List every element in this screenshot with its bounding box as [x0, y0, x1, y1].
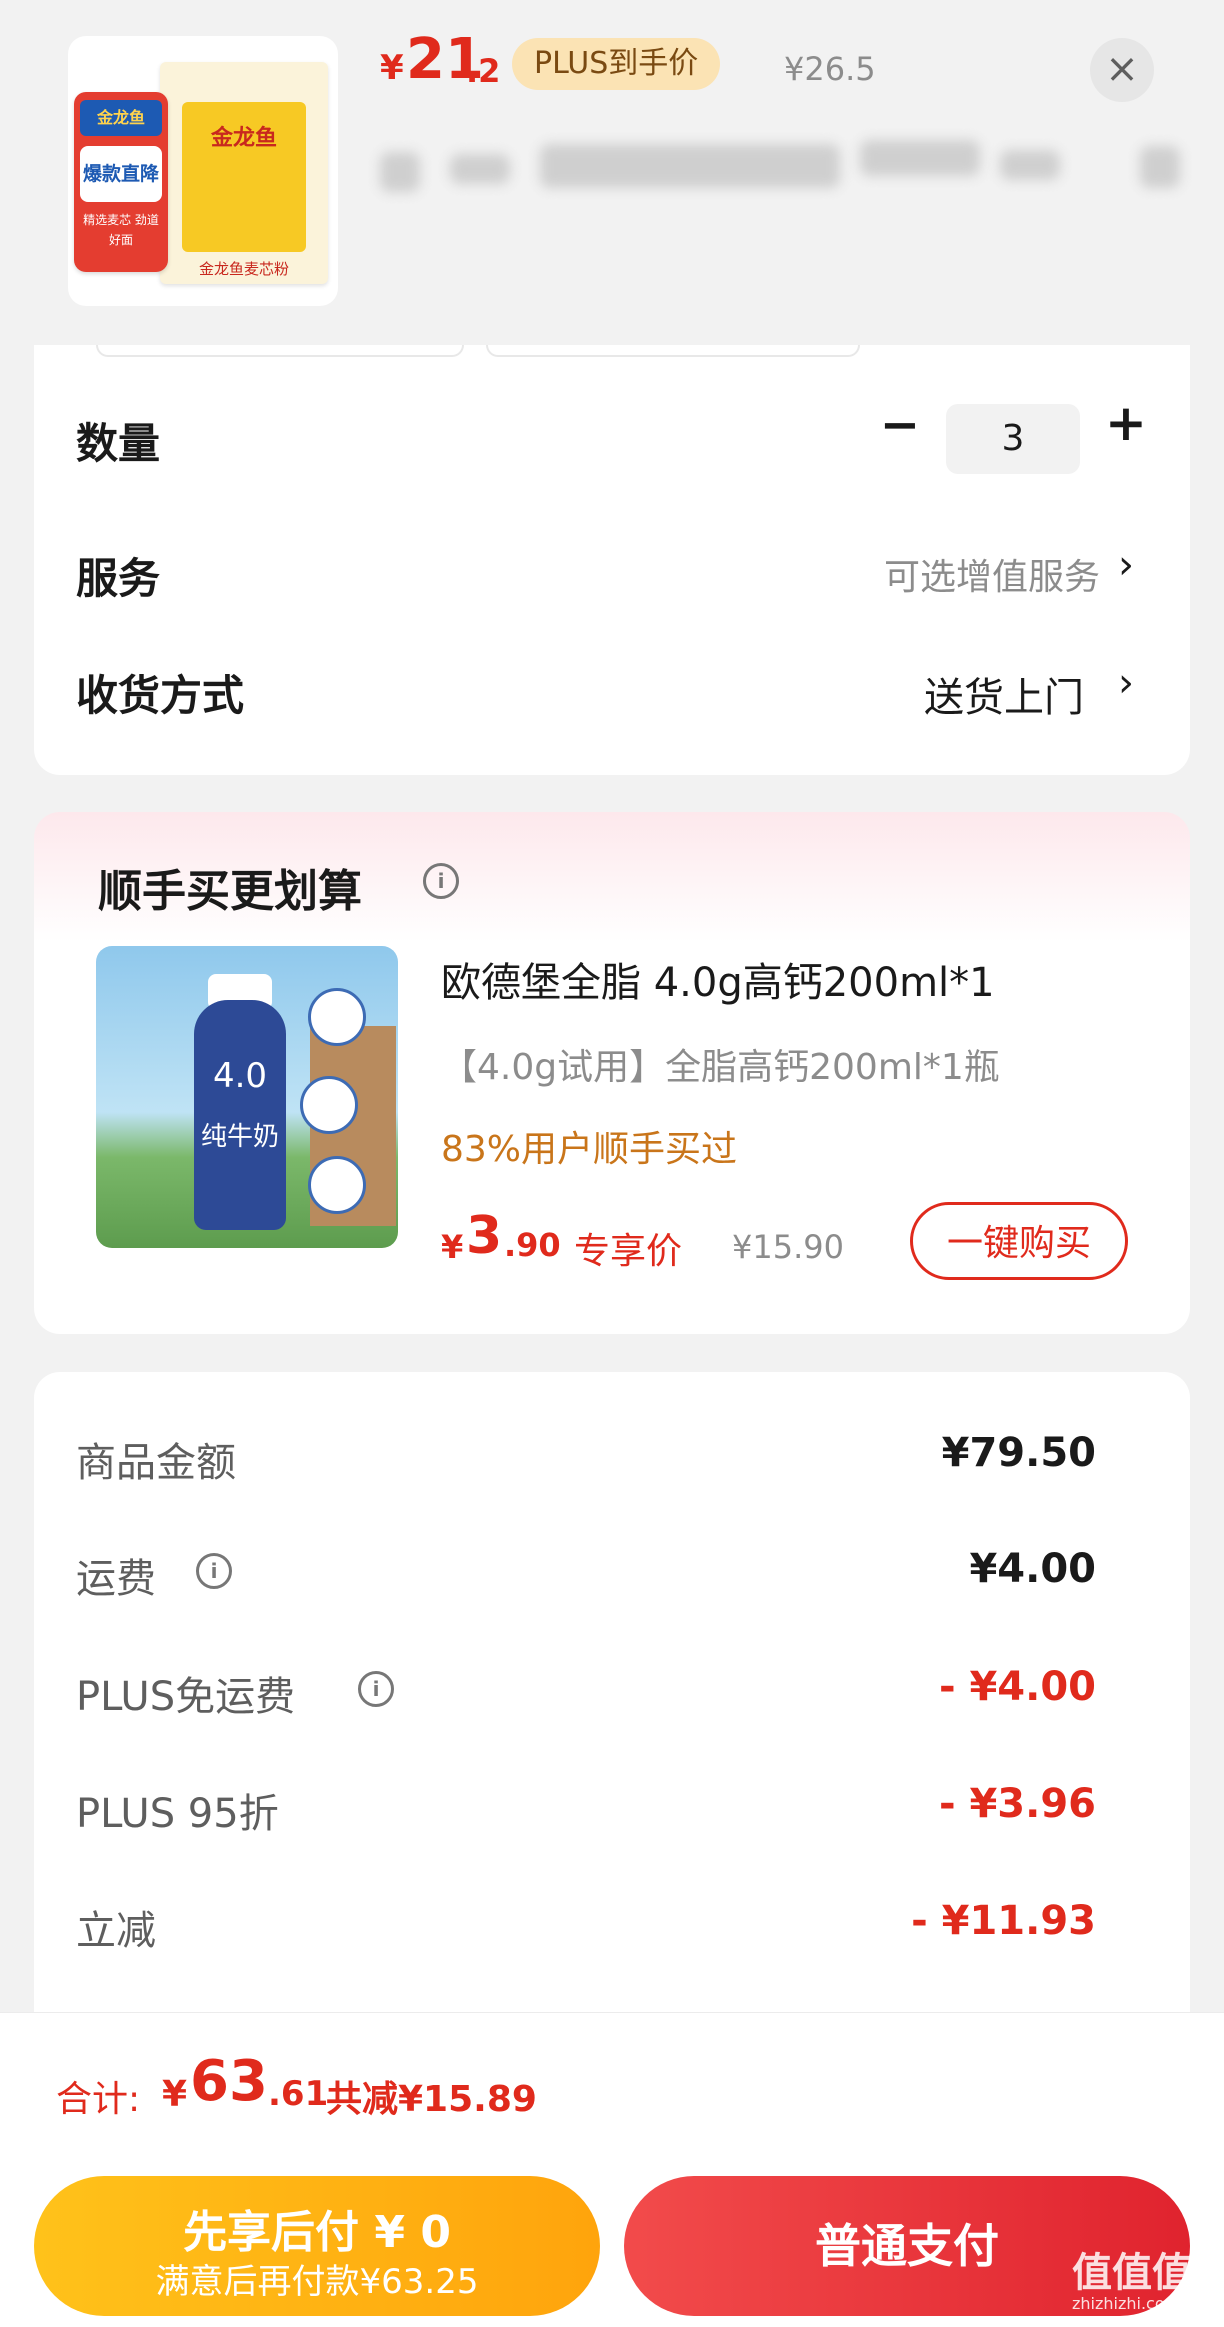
- addon-original-price: ¥15.90: [732, 1228, 844, 1266]
- quantity-label: 数量: [76, 419, 161, 468]
- service-value[interactable]: 可选增值服务: [600, 548, 1100, 600]
- delivery-chevron-icon[interactable]: ›: [1118, 660, 1134, 706]
- milk-badge-icon: [300, 1076, 358, 1134]
- summary-instant-discount-value: - ¥11.93: [911, 1898, 1096, 1944]
- pay-later-main-text[interactable]: 先享后付 ¥ 0: [34, 2196, 600, 2260]
- summary-shipping-value: ¥4.00: [969, 1546, 1096, 1592]
- pay-later-sub-text[interactable]: 满意后再付款¥63.25: [34, 2254, 600, 2303]
- milk-product-image[interactable]: 4.0 纯牛奶: [96, 946, 398, 1248]
- flour-brand-text: 金龙鱼: [210, 126, 277, 151]
- summary-plus-freeship-value: - ¥4.00: [938, 1664, 1096, 1710]
- service-chevron-icon[interactable]: ›: [1118, 542, 1134, 588]
- promo-tag-main: 爆款直降: [80, 146, 162, 202]
- summary-goods-amount-label: 商品金额: [76, 1440, 236, 1486]
- total-label: 合计:: [56, 2079, 141, 2120]
- addon-price-tag: 专享价: [574, 1231, 683, 1272]
- header-price-decimal: .2: [466, 52, 501, 90]
- total-currency: ¥: [162, 2074, 188, 2115]
- summary-goods-amount-value: ¥79.50: [941, 1430, 1096, 1476]
- summary-plus-freeship-label: PLUS免运费: [76, 1674, 296, 1720]
- delivery-label: 收货方式: [76, 671, 245, 720]
- plus-freeship-info-icon[interactable]: i: [358, 1671, 394, 1707]
- summary-plus-discount-label: PLUS 95折: [76, 1791, 279, 1837]
- promo-tag-sub: 精选麦芯 劲道好面: [83, 213, 159, 247]
- addon-price-decimal: .90: [504, 1226, 561, 1264]
- flour-bag-image: 金龙鱼 金龙鱼麦芯粉: [160, 62, 328, 284]
- shipping-info-icon[interactable]: i: [196, 1553, 232, 1589]
- addon-price-currency: ¥: [441, 1228, 464, 1266]
- addon-info-icon[interactable]: i: [423, 863, 459, 899]
- flour-bag-bottom-text: 金龙鱼麦芯粉: [198, 260, 289, 278]
- quantity-increase-button[interactable]: +: [1104, 398, 1148, 449]
- summary-shipping-label: 运费: [76, 1556, 156, 1602]
- addon-price-integer: 3: [466, 1206, 503, 1266]
- flour-bag-label: 金龙鱼: [182, 102, 306, 252]
- addon-bought-rate: 83%用户顺手买过: [441, 1129, 738, 1170]
- milk-image-label-main: 4.0: [212, 1056, 268, 1096]
- product-thumbnail[interactable]: 金龙鱼 金龙鱼麦芯粉 金龙鱼 爆款直降 精选麦芯 劲道好面: [68, 36, 338, 306]
- hidden-spec-chips-edge: [96, 345, 860, 357]
- header-price-currency: ¥: [380, 48, 404, 88]
- total-decimal: .61: [268, 2074, 329, 2114]
- quantity-input[interactable]: 3: [946, 404, 1080, 474]
- quantity-decrease-button[interactable]: −: [878, 401, 922, 451]
- watermark-logo: 值值值: [1072, 2250, 1192, 2296]
- addon-product-spec: 【4.0g试用】全脂高钙200ml*1瓶: [441, 1047, 1000, 1088]
- promo-tag-brand: 金龙鱼: [80, 100, 162, 136]
- milk-bottle: [194, 1000, 286, 1230]
- summary-instant-discount-label: 立减: [76, 1908, 156, 1954]
- milk-badge-icon: [308, 988, 366, 1046]
- close-button[interactable]: ×: [1090, 38, 1154, 102]
- blurred-address: [380, 140, 1200, 196]
- one-click-buy-button[interactable]: 一键购买: [910, 1202, 1128, 1280]
- plus-price-badge: PLUS到手价: [512, 38, 721, 90]
- watermark-url: zhizhizhi.com: [1072, 2294, 1181, 2313]
- service-label: 服务: [76, 554, 161, 603]
- summary-plus-discount-value: - ¥3.96: [938, 1781, 1096, 1827]
- promo-tag: 金龙鱼 爆款直降 精选麦芯 劲道好面: [74, 92, 168, 272]
- milk-badge-icon: [308, 1156, 366, 1214]
- delivery-value[interactable]: 送货上门: [600, 665, 1084, 723]
- addon-title: 顺手买更划算: [98, 866, 362, 917]
- total-integer: 63: [190, 2049, 268, 2114]
- header-original-price: ¥26.5: [784, 50, 876, 88]
- addon-product-name[interactable]: 欧德堡全脂 4.0g高钙200ml*1: [441, 950, 995, 1008]
- milk-image-label-sub: 纯牛奶: [200, 1122, 279, 1152]
- total-saved: 共减¥15.89: [326, 2079, 537, 2120]
